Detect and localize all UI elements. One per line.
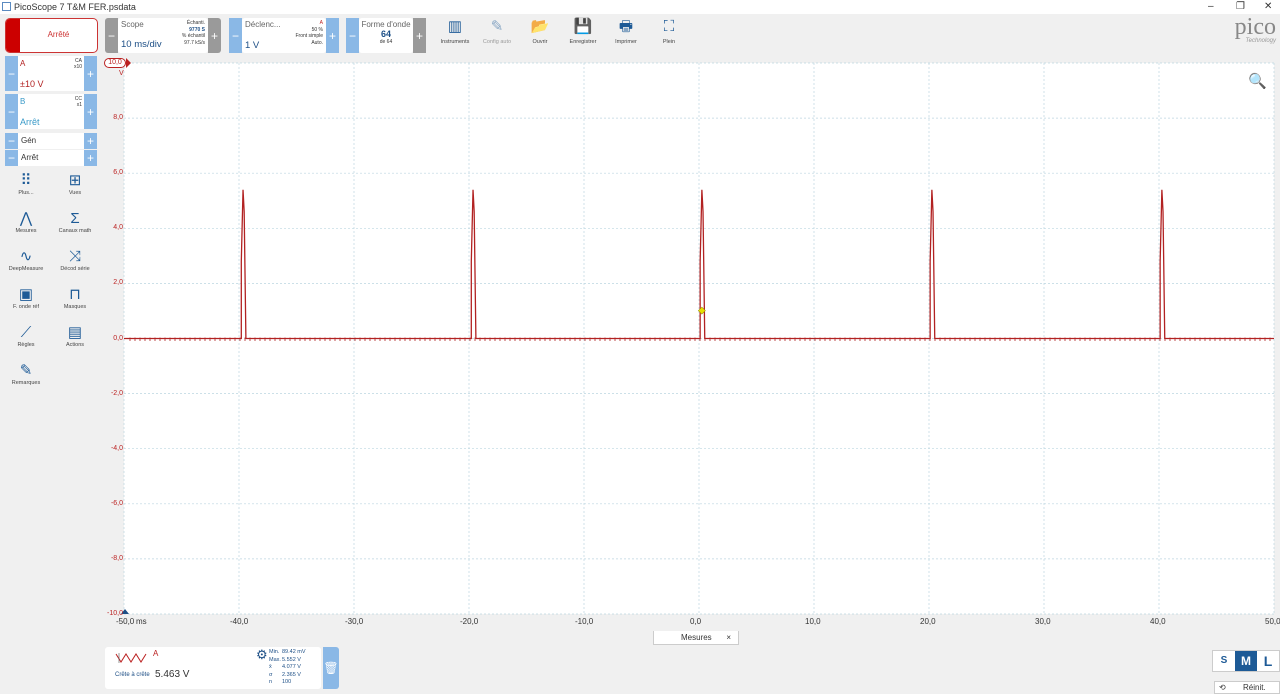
measurement-card[interactable]: A Crête à crête 5.463 V ⚙ Min. 89.42 mV Ma… — [105, 647, 321, 689]
y-unit: V — [119, 70, 124, 77]
measurement-name: Crête à crête — [115, 672, 150, 678]
x-tick-label: -50,0 — [116, 617, 135, 626]
measurement-channel: A — [153, 649, 159, 658]
x-tick-label: 40,0 — [1150, 617, 1166, 626]
measurement-stats: Min. 89.42 mV Max.5.552 Vx̄ 4.077 Vσ 2.365 V… — [269, 649, 306, 687]
x-tick-label: -30,0 — [345, 617, 364, 626]
x-unit: ms — [136, 617, 147, 626]
size-s-button[interactable]: S — [1213, 651, 1235, 671]
reset-button[interactable]: ⟲ Réinit. — [1214, 681, 1280, 694]
y-tick-label: -2,0 — [110, 389, 123, 397]
reset-label: Réinit. — [1243, 683, 1266, 692]
trigger-arrow — [126, 58, 131, 68]
stat-row: x̄ 4.077 V — [269, 664, 301, 670]
x-tick-label: 10,0 — [805, 617, 821, 626]
stat-row: n 100 — [269, 679, 292, 685]
zoom-icon[interactable]: 🔍 — [1248, 72, 1267, 90]
peak-to-peak-icon — [115, 653, 147, 663]
y-tick-label: -6,0 — [110, 499, 123, 507]
y-tick-label: -4,0 — [110, 444, 123, 452]
gear-icon[interactable]: ⚙ — [256, 647, 268, 663]
stat-row: σ 2.365 V — [269, 671, 301, 678]
stat-row: Max.5.552 V — [269, 656, 301, 663]
y-tick-label: 8,0 — [113, 114, 123, 122]
x-tick-label: 0,0 — [690, 617, 702, 626]
x-tick-label: -20,0 — [460, 617, 479, 626]
tab-measurements[interactable]: Mesures × — [653, 631, 739, 645]
y-tick-label: 2,0 — [113, 279, 123, 287]
size-m-button[interactable]: M — [1235, 651, 1257, 671]
size-selector: SML — [1212, 650, 1280, 672]
delete-measurement-button[interactable]: 🗑 — [323, 647, 339, 689]
y-tick-label: -10,0 — [107, 610, 123, 617]
y-tick-label: -8,0 — [110, 554, 123, 562]
x-tick-label: 50,0 — [1265, 617, 1280, 626]
history-icon: ⟲ — [1219, 683, 1226, 692]
y-max-label[interactable]: 10,0 — [104, 58, 126, 68]
close-tab-icon[interactable]: × — [726, 631, 731, 644]
size-l-button[interactable]: L — [1257, 651, 1279, 671]
y-tick-label: 6,0 — [113, 169, 123, 177]
y-tick-label: 0,0 — [113, 334, 123, 342]
y-tick-label: 4,0 — [113, 224, 123, 232]
x-tick-label: -40,0 — [230, 617, 249, 626]
measurement-value: 5.463 V — [155, 669, 190, 680]
x-tick-label: -10,0 — [575, 617, 594, 626]
stat-row: Min. 89.42 mV — [269, 649, 306, 655]
x-tick-label: 20,0 — [920, 617, 936, 626]
x-tick-label: 30,0 — [1035, 617, 1051, 626]
waveform-chart — [121, 58, 1275, 615]
tab-label: Mesures — [681, 633, 712, 642]
